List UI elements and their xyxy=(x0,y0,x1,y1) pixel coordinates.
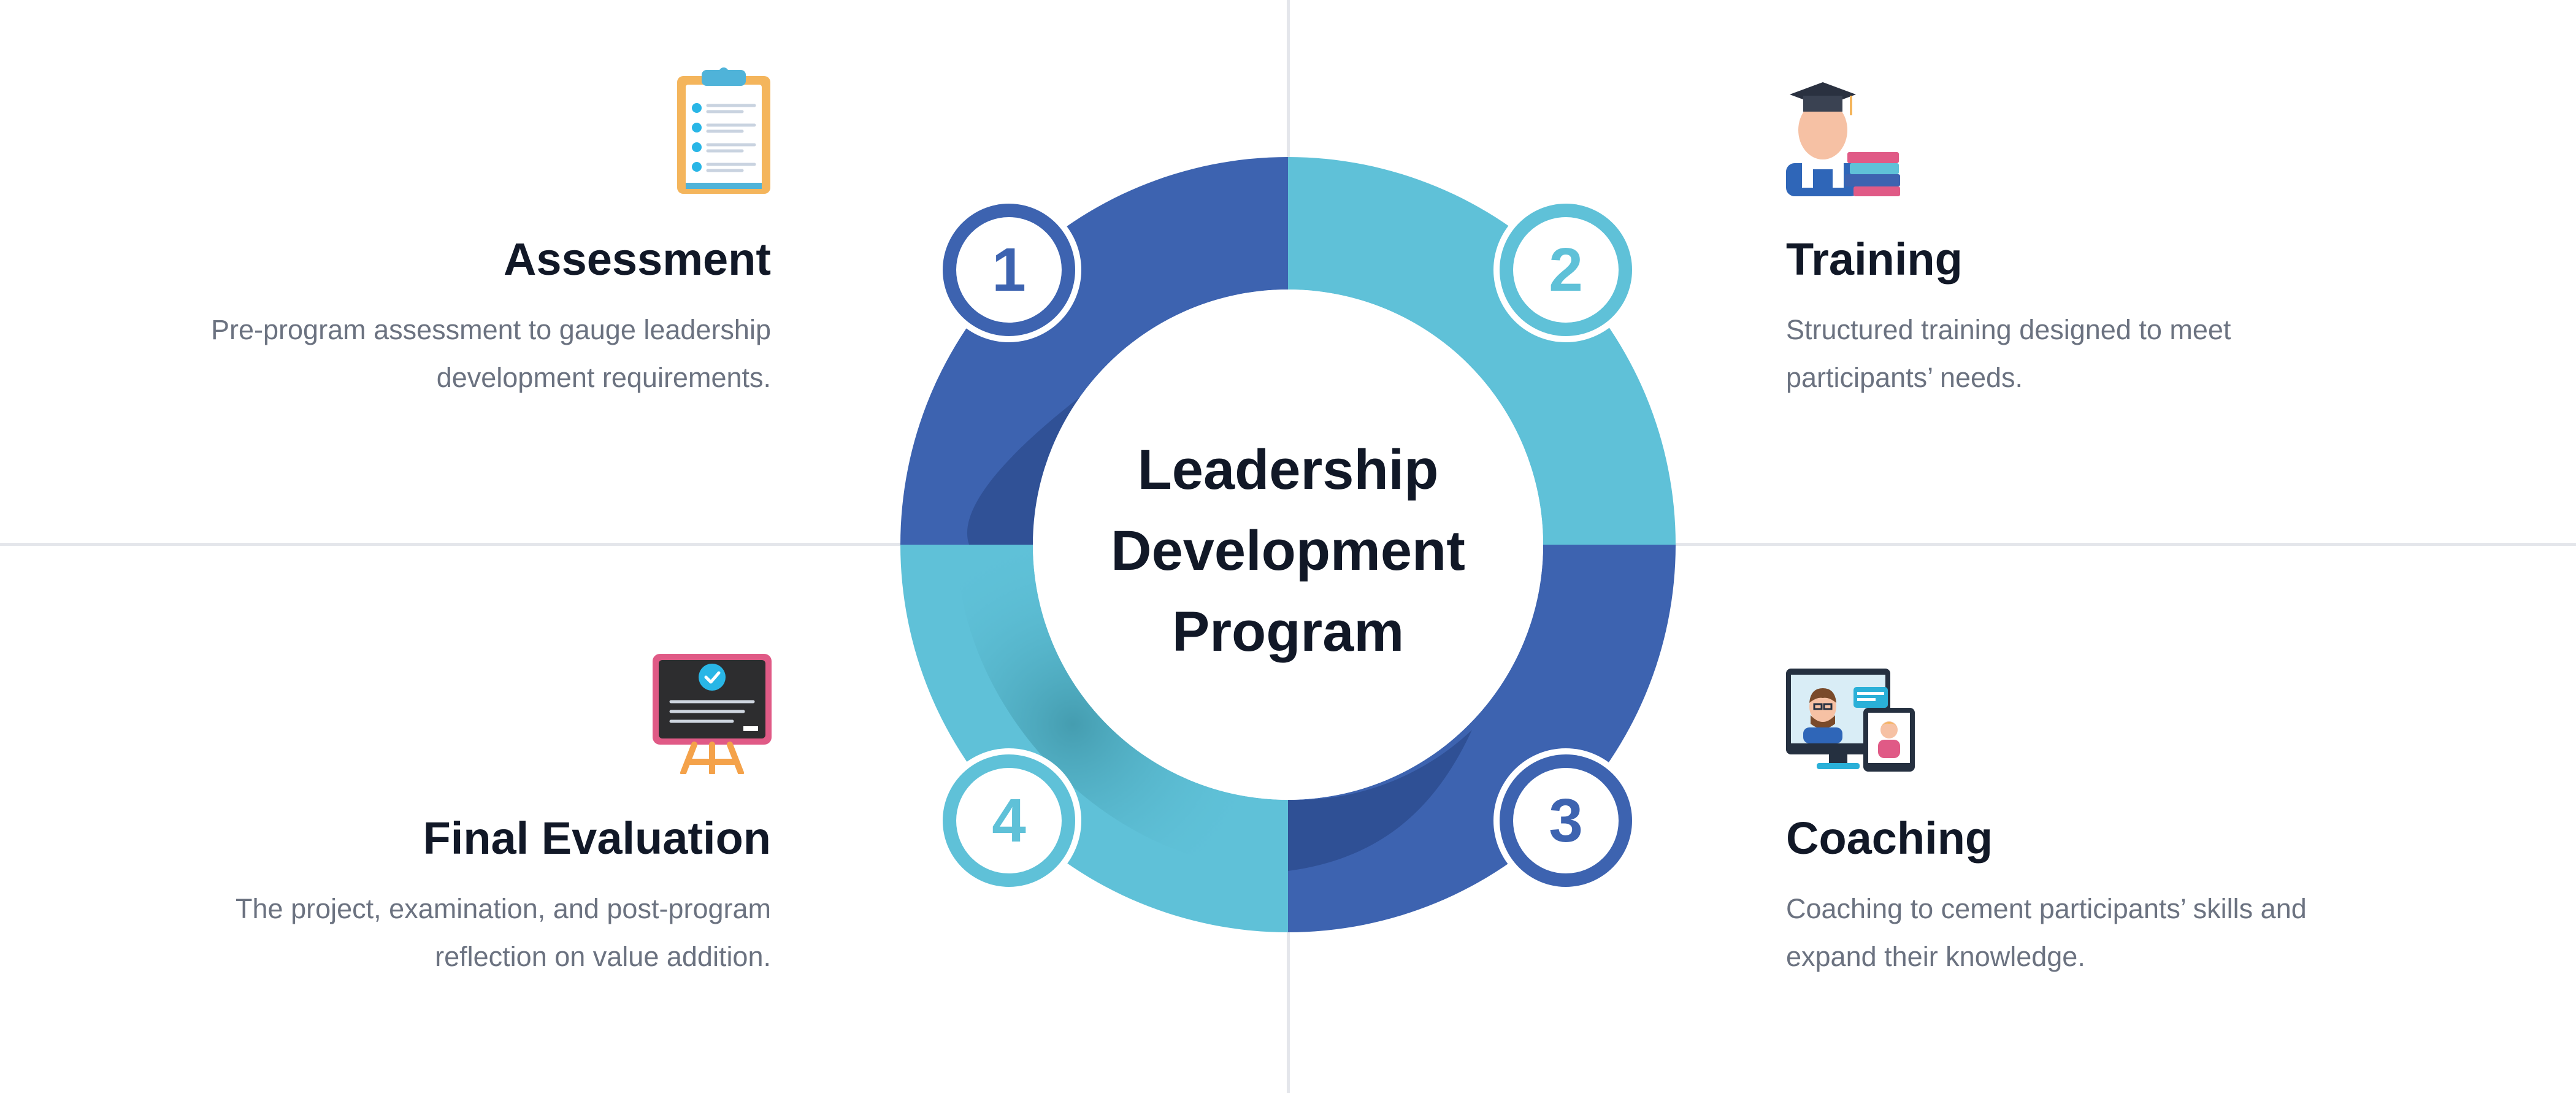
step-desc-line: expand their knowledge. xyxy=(1786,941,2085,973)
step-assessment: Assessment Pre-program assessment to gau… xyxy=(158,234,771,402)
step-desc-line: reflection on value addition. xyxy=(435,941,771,973)
badge-4: 4 xyxy=(937,748,1081,893)
step-desc-coaching: Coaching to cement participants’ skills … xyxy=(1786,885,2399,981)
step-desc-assessment: Pre-program assessment to gauge leadersh… xyxy=(158,306,771,402)
step-desc-line: development requirements. xyxy=(436,362,771,394)
step-desc-training: Structured training designed to meet par… xyxy=(1786,306,2399,402)
center-title-line2: Development xyxy=(1111,520,1465,582)
step-title-assessment: Assessment xyxy=(503,234,771,285)
step-desc-line: Pre-program assessment to gauge leadersh… xyxy=(211,314,771,346)
presentation-board-icon xyxy=(653,654,772,774)
step-title-final-evaluation: Final Evaluation xyxy=(423,813,771,864)
step-final-evaluation: Final Evaluation The project, examinatio… xyxy=(158,813,771,981)
step-desc-line: Structured training designed to meet xyxy=(1786,314,2231,346)
step-desc-line: Coaching to cement participants’ skills … xyxy=(1786,893,2307,925)
step-coaching: Coaching Coaching to cement participants… xyxy=(1786,813,2399,981)
step-desc-final-evaluation: The project, examination, and post-progr… xyxy=(158,885,771,981)
step-title-coaching: Coaching xyxy=(1786,813,1993,864)
badge-number-3: 3 xyxy=(1549,786,1583,855)
badge-1: 1 xyxy=(937,198,1081,342)
video-coaching-icon xyxy=(1786,669,1915,772)
center-title-line3: Program xyxy=(1171,600,1405,663)
step-training: Training Structured training designed to… xyxy=(1786,234,2399,402)
step-desc-line: The project, examination, and post-progr… xyxy=(236,893,771,925)
clipboard-checklist-icon xyxy=(677,67,770,194)
badge-2: 2 xyxy=(1493,198,1638,342)
graduate-books-icon xyxy=(1786,82,1900,196)
badge-number-1: 1 xyxy=(992,236,1026,304)
center-title: Leadership Development Program xyxy=(1033,429,1543,672)
badge-number-4: 4 xyxy=(992,786,1026,855)
step-title-training: Training xyxy=(1786,234,1963,285)
center-title-line1: Leadership xyxy=(1137,439,1439,501)
badge-number-2: 2 xyxy=(1549,236,1583,304)
badge-3: 3 xyxy=(1493,748,1638,893)
step-desc-line: participants’ needs. xyxy=(1786,362,2023,394)
